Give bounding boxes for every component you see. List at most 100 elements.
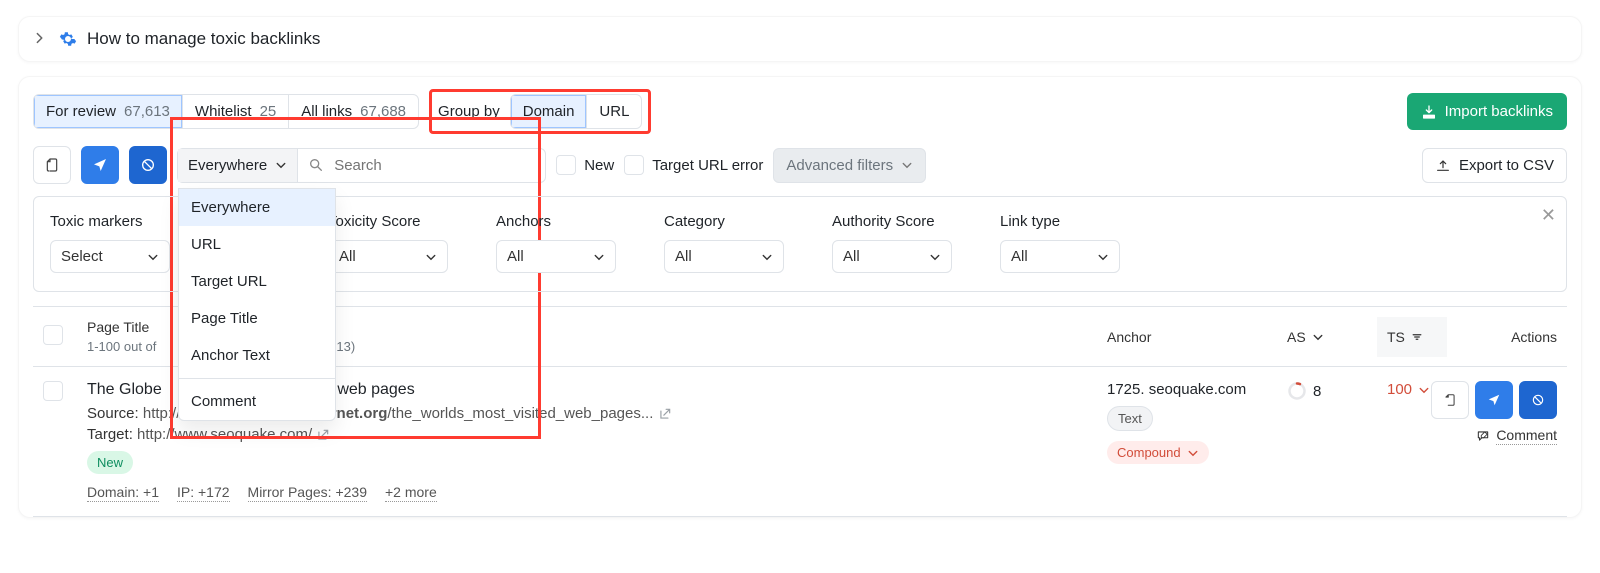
meta-domain[interactable]: Domain: +1	[87, 484, 159, 502]
chevron-down-icon	[1312, 331, 1324, 343]
send-button[interactable]	[81, 146, 119, 184]
tab-for-review[interactable]: For review 67,613	[34, 95, 183, 128]
row-send-button[interactable]	[1475, 381, 1513, 419]
tab-label: Whitelist	[195, 103, 252, 120]
help-card[interactable]: How to manage toxic backlinks	[18, 16, 1582, 62]
import-backlinks-button[interactable]: Import backlinks	[1407, 93, 1567, 130]
chevron-right-icon[interactable]	[33, 31, 49, 47]
chevron-down-icon	[1097, 251, 1109, 263]
filter-label: Anchors	[496, 213, 616, 230]
category-select[interactable]: All	[664, 240, 784, 273]
dropdown-item-page-title[interactable]: Page Title	[179, 300, 335, 337]
filter-link-type: Link type All	[1000, 213, 1120, 273]
search-input[interactable]	[332, 156, 535, 175]
dropdown-item-url[interactable]: URL	[179, 226, 335, 263]
main-card: For review 67,613 Whitelist 25 All links…	[18, 76, 1582, 518]
row-as-cell: 8	[1277, 381, 1377, 401]
close-filters-button[interactable]: ✕	[1541, 205, 1556, 226]
group-by-highlight: Group by Domain URL	[429, 89, 651, 134]
group-by-domain[interactable]: Domain	[511, 95, 588, 128]
row-title: The Globe	[87, 381, 162, 398]
filter-label: Toxicity Score	[328, 213, 448, 230]
tab-all-links[interactable]: All links 67,688	[289, 95, 418, 128]
filter-label: Category	[664, 213, 784, 230]
disavow-button[interactable]	[129, 146, 167, 184]
compound-badge[interactable]: Compound	[1107, 441, 1209, 464]
tab-group: For review 67,613 Whitelist 25 All links…	[33, 89, 651, 134]
row-disavow-button[interactable]	[1519, 381, 1557, 419]
anchor-header[interactable]: Anchor	[1097, 317, 1277, 357]
dropdown-item-target-url[interactable]: Target URL	[179, 263, 335, 300]
row-target: Target: http://www.seoquake.com/	[87, 426, 1087, 443]
advanced-filters-label: Advanced filters	[786, 157, 893, 174]
row-checkbox[interactable]	[43, 381, 63, 401]
target-url-error-checkbox[interactable]: Target URL error	[624, 155, 763, 175]
search-icon	[308, 157, 324, 173]
meta-more[interactable]: +2 more	[385, 484, 437, 502]
select-all-checkbox[interactable]	[43, 325, 63, 345]
filter-toxic-markers: Toxic markers Select	[50, 213, 170, 273]
tab-count: 25	[260, 103, 277, 120]
tab-count: 67,688	[360, 103, 406, 120]
group-by-label: Group by	[438, 103, 500, 120]
as-value: 8	[1313, 383, 1321, 400]
dropdown-item-comment[interactable]: Comment	[179, 383, 335, 420]
group-by-url[interactable]: URL	[587, 95, 641, 128]
filter-authority-score: Authority Score All	[832, 213, 952, 273]
row-anchor: 1725. seoquake.com	[1107, 381, 1267, 398]
row-comment-button[interactable]: Comment	[1476, 427, 1557, 445]
anchors-select[interactable]: All	[496, 240, 616, 273]
search-wrap: Everywhere Everywhere URL Target URL	[177, 148, 546, 183]
dropdown-item-everywhere[interactable]: Everywhere	[179, 189, 335, 226]
filter-toxicity-score: Toxicity Score All	[328, 213, 448, 273]
chevron-down-icon	[1187, 447, 1199, 459]
tab-count: 67,613	[124, 103, 170, 120]
search-scope-select[interactable]: Everywhere	[178, 149, 298, 182]
target-url-error-label: Target URL error	[652, 157, 763, 174]
dropdown-item-anchor-text[interactable]: Anchor Text	[179, 337, 335, 374]
tab-label: All links	[301, 103, 352, 120]
new-badge: New	[87, 451, 133, 474]
row-export-button[interactable]	[1431, 381, 1469, 419]
row-actions-cell: Comment	[1447, 381, 1567, 445]
chevron-down-icon	[425, 251, 437, 263]
export-list-button[interactable]	[33, 146, 71, 184]
help-title: How to manage toxic backlinks	[87, 29, 320, 49]
new-checkbox[interactable]: New	[556, 155, 614, 175]
actions-header: Actions	[1447, 317, 1567, 357]
export-csv-button[interactable]: Export to CSV	[1422, 148, 1567, 183]
anchor-type-badge: Text	[1107, 406, 1153, 431]
group-by-seg: Domain URL	[510, 94, 643, 129]
tab-whitelist[interactable]: Whitelist 25	[183, 95, 289, 128]
external-link-icon[interactable]	[658, 405, 672, 422]
link-type-select[interactable]: All	[1000, 240, 1120, 273]
filter-label: Link type	[1000, 213, 1120, 230]
tab-label: For review	[46, 103, 116, 120]
authority-score-select[interactable]: All	[832, 240, 952, 273]
search-input-wrap	[298, 149, 545, 182]
advanced-filters-button[interactable]: Advanced filters	[773, 148, 926, 183]
checkbox-icon	[556, 155, 576, 175]
row-anchor-cell: 1725. seoquake.com Text Compound	[1097, 381, 1277, 464]
meta-mirror[interactable]: Mirror Pages: +239	[248, 484, 367, 502]
chevron-down-icon	[901, 159, 913, 171]
meta-ip[interactable]: IP: +172	[177, 484, 230, 502]
filter-label: Toxic markers	[50, 213, 170, 230]
external-link-icon[interactable]	[316, 426, 330, 443]
chevron-down-icon	[761, 251, 773, 263]
export-label: Export to CSV	[1459, 157, 1554, 174]
download-icon	[1421, 104, 1437, 120]
toxic-markers-select[interactable]: Select	[50, 240, 170, 273]
search-scope-label: Everywhere	[188, 157, 267, 174]
toolbar: Everywhere Everywhere URL Target URL	[33, 146, 1567, 184]
chevron-down-icon	[593, 251, 605, 263]
ts-header[interactable]: TS	[1377, 317, 1447, 357]
select-all-cell	[33, 313, 77, 360]
import-label: Import backlinks	[1445, 103, 1553, 120]
ring-icon	[1287, 381, 1307, 401]
upload-icon	[1435, 157, 1451, 173]
toxicity-score-select[interactable]: All	[328, 240, 448, 273]
ts-value: 100	[1387, 381, 1412, 398]
as-header[interactable]: AS	[1277, 317, 1377, 357]
row-select-cell	[33, 381, 77, 405]
